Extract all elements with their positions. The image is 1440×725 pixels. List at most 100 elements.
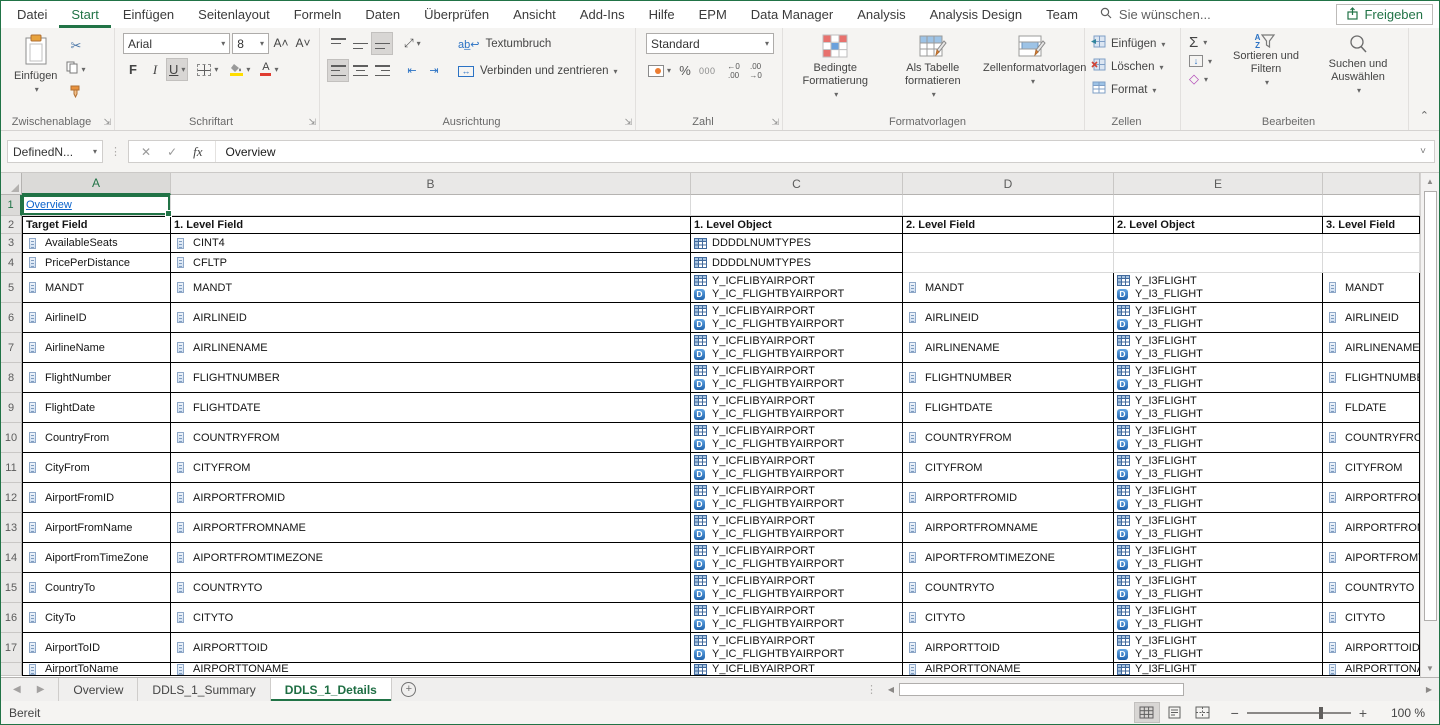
cell[interactable]: PricePerDistance (22, 253, 171, 273)
cell[interactable]: CountryFrom (22, 423, 171, 453)
normal-view-button[interactable] (1135, 703, 1159, 722)
cell[interactable]: Y_ICFLIBYAIRPORTDY_IC_FLIGHTBYAIRPORT (691, 513, 903, 543)
cell[interactable]: CountryTo (22, 573, 171, 603)
cell[interactable]: CITYTO (903, 603, 1114, 633)
cell[interactable]: CityFrom (22, 453, 171, 483)
cell[interactable]: CFLTP (171, 253, 691, 273)
row-header[interactable]: 10 (1, 423, 22, 453)
enter-icon[interactable]: ✓ (167, 145, 177, 159)
cell[interactable] (903, 195, 1114, 216)
insert-cells-button[interactable]: Einfügen ▾ (1091, 35, 1165, 53)
delete-cells-button[interactable]: Löschen ▾ (1091, 58, 1165, 76)
zoom-slider[interactable] (1247, 712, 1351, 714)
cell[interactable]: Y_ICFLIBYAIRPORT (691, 663, 903, 676)
row-header[interactable]: 8 (1, 363, 22, 393)
comma-style-button[interactable]: 000 (697, 60, 718, 81)
cell[interactable]: CITYTO (171, 603, 691, 633)
cell[interactable]: Y_I3FLIGHTDY_I3_FLIGHT (1114, 333, 1323, 363)
cell[interactable]: Y_ICFLIBYAIRPORTDY_IC_FLIGHTBYAIRPORT (691, 333, 903, 363)
scroll-right-icon[interactable]: ▶ (1421, 681, 1437, 698)
tab-epm[interactable]: EPM (687, 1, 739, 28)
number-format-select[interactable]: Standard▾ (646, 33, 774, 54)
dialog-launcher-icon[interactable]: ⇲ (103, 118, 111, 127)
fill-color-button[interactable]: ▾ (228, 59, 252, 80)
row-header[interactable]: 4 (1, 253, 22, 273)
row-header[interactable] (1, 663, 22, 676)
align-top-button[interactable] (328, 33, 348, 54)
font-size-select[interactable]: 8▾ (232, 33, 269, 54)
align-bottom-button[interactable] (372, 33, 392, 54)
cell[interactable]: 2. Level Field (903, 216, 1114, 234)
increase-indent-button[interactable]: ⇥ (424, 60, 444, 81)
cut-button[interactable]: ✂ (64, 35, 87, 56)
overview-link[interactable]: Overview (24, 199, 72, 211)
new-sheet-button[interactable]: + (392, 678, 426, 701)
cell[interactable]: COUNTRYFROM (1323, 423, 1420, 453)
sheet-tab-overview[interactable]: Overview (58, 678, 138, 701)
insert-function-button[interactable]: fx (193, 144, 202, 160)
cell[interactable]: AIRLINEID (1323, 303, 1420, 333)
italic-button[interactable]: I (145, 59, 165, 80)
dialog-launcher-icon[interactable]: ⇲ (624, 118, 632, 127)
cell-styles-button[interactable]: Zellenformatvorlagen ▾ (982, 33, 1082, 89)
sort-filter-button[interactable]: AZ Sortieren und Filtern ▾ (1220, 33, 1312, 90)
cell[interactable]: AIPORTFROMTIMEZONE (171, 543, 691, 573)
align-center-button[interactable] (350, 60, 370, 81)
column-header-d[interactable]: D (903, 173, 1114, 195)
column-header-f[interactable] (1323, 173, 1420, 195)
align-middle-button[interactable] (350, 33, 370, 54)
cell[interactable]: AIRPORTTONAME (903, 663, 1114, 676)
cell[interactable]: FLIGHTDATE (171, 393, 691, 423)
dialog-launcher-icon[interactable]: ⇲ (308, 118, 316, 127)
cell[interactable]: Y_ICFLIBYAIRPORTDY_IC_FLIGHTBYAIRPORT (691, 273, 903, 303)
tab-ansicht[interactable]: Ansicht (501, 1, 568, 28)
decrease-font-button[interactable]: A˅ (293, 33, 313, 54)
tab-ueberpruefen[interactable]: Überprüfen (412, 1, 501, 28)
decrease-indent-button[interactable]: ⇤ (402, 60, 422, 81)
cell[interactable]: Y_I3FLIGHTDY_I3_FLIGHT (1114, 453, 1323, 483)
cell[interactable]: AIRPORTFROMNAME (1323, 513, 1420, 543)
cell[interactable]: CITYFROM (1323, 453, 1420, 483)
cell[interactable]: COUNTRYFROM (171, 423, 691, 453)
cell[interactable]: Y_I3FLIGHTDY_I3_FLIGHT (1114, 273, 1323, 303)
cell[interactable]: FLIGHTNUMBER (1323, 363, 1420, 393)
cell[interactable]: CITYFROM (903, 453, 1114, 483)
find-select-button[interactable]: Suchen und Auswählen ▾ (1312, 33, 1404, 98)
decrease-decimal-button[interactable]: .00→0 (746, 60, 766, 81)
format-painter-button[interactable] (64, 83, 87, 104)
zoom-slider-thumb[interactable] (1319, 707, 1323, 719)
cell[interactable]: FLIGHTNUMBER (171, 363, 691, 393)
tab-add-ins[interactable]: Add-Ins (568, 1, 637, 28)
cell[interactable] (691, 195, 903, 216)
cell[interactable]: AIRPORTFROMID (171, 483, 691, 513)
orientation-button[interactable]: ⤢▾ (402, 33, 423, 54)
cell[interactable]: Y_I3FLIGHTDY_I3_FLIGHT (1114, 483, 1323, 513)
cell[interactable]: Y_I3FLIGHTDY_I3_FLIGHT (1114, 543, 1323, 573)
cell[interactable]: Y_ICFLIBYAIRPORTDY_IC_FLIGHTBYAIRPORT (691, 303, 903, 333)
cancel-icon[interactable]: ✕ (141, 145, 151, 159)
cell[interactable]: MANDT (903, 273, 1114, 303)
cell[interactable] (1114, 253, 1323, 273)
conditional-formatting-button[interactable]: Bedingte Formatierung ▾ (787, 33, 884, 102)
expand-formula-bar-icon[interactable]: ˅ (1420, 146, 1434, 157)
tab-team[interactable]: Team (1034, 1, 1090, 28)
vertical-scroll-thumb[interactable] (1424, 191, 1437, 621)
horizontal-scroll-thumb[interactable] (899, 683, 1184, 696)
cell[interactable]: CITYFROM (171, 453, 691, 483)
autosum-button[interactable]: Σ▾ (1189, 34, 1212, 51)
cell[interactable]: Overview (22, 195, 171, 216)
share-button[interactable]: Freigeben (1336, 4, 1433, 25)
fill-button[interactable]: ↓▾ (1189, 55, 1212, 67)
name-box[interactable]: DefinedN... ▾ (7, 140, 103, 163)
percent-button[interactable]: % (675, 60, 695, 81)
cell[interactable]: Y_ICFLIBYAIRPORTDY_IC_FLIGHTBYAIRPORT (691, 393, 903, 423)
cell[interactable]: 2. Level Object (1114, 216, 1323, 234)
cell[interactable]: Y_ICFLIBYAIRPORTDY_IC_FLIGHTBYAIRPORT (691, 423, 903, 453)
tab-splitter[interactable]: ⋮ (866, 683, 877, 696)
format-as-table-button[interactable]: Als Tabelle formatieren ▾ (884, 33, 982, 102)
cell[interactable]: AIRLINENAME (171, 333, 691, 363)
cell[interactable]: Y_ICFLIBYAIRPORTDY_IC_FLIGHTBYAIRPORT (691, 633, 903, 663)
cell[interactable]: AirportToName (22, 663, 171, 676)
column-header-a[interactable]: A (22, 173, 171, 195)
cell[interactable] (1323, 234, 1420, 253)
